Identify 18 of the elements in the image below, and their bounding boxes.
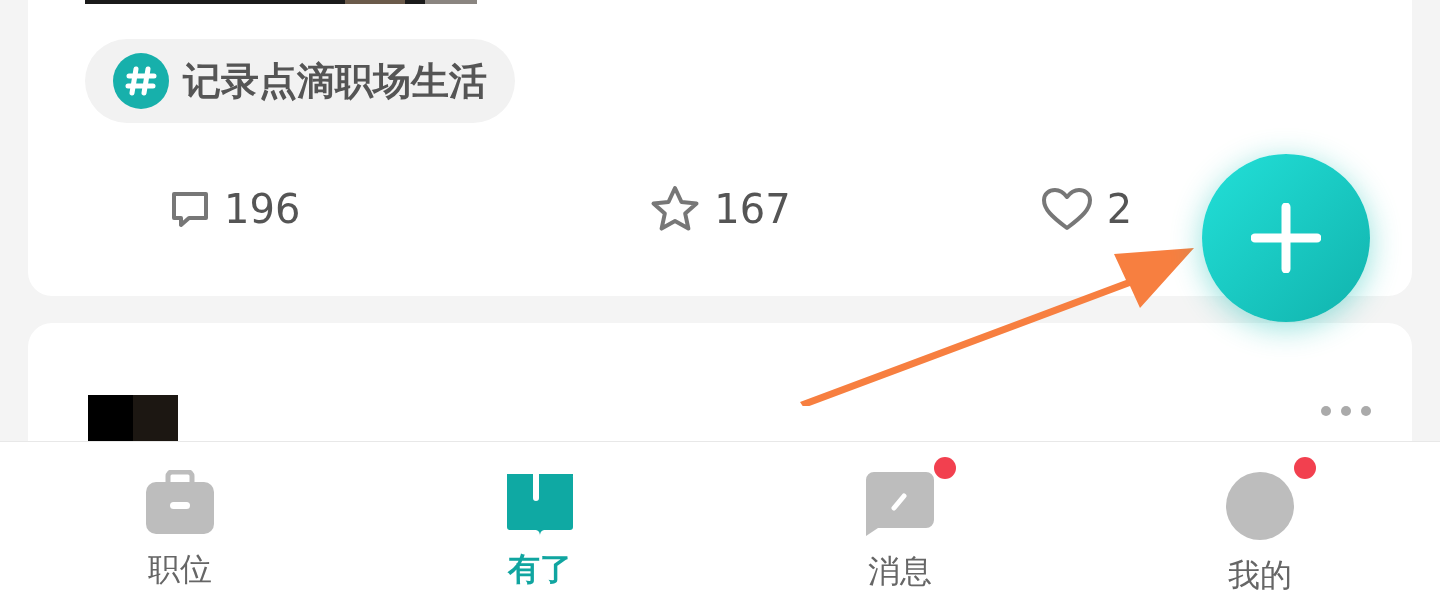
stat-count: 167 xyxy=(714,186,791,232)
stat-count: 196 xyxy=(224,186,301,232)
message-icon xyxy=(864,470,936,538)
star-icon xyxy=(650,185,701,233)
tab[interactable]: 有了 xyxy=(360,442,720,616)
tab[interactable]: 职位 xyxy=(0,442,360,616)
tab[interactable]: 消息 xyxy=(720,442,1080,616)
stat-count: 2 xyxy=(1106,186,1133,232)
briefcase-icon xyxy=(144,470,216,536)
hashtag-icon xyxy=(113,53,169,109)
topic-tag[interactable]: 记录点滴职场生活 xyxy=(85,39,515,123)
topic-label: 记录点滴职场生活 xyxy=(183,57,487,105)
comment-icon xyxy=(170,189,210,229)
heart-icon xyxy=(1040,187,1093,231)
tab[interactable]: 我的 xyxy=(1080,442,1440,616)
more-icon[interactable] xyxy=(1320,405,1372,417)
avatar-icon xyxy=(1224,470,1296,542)
plus-icon xyxy=(1251,203,1321,273)
